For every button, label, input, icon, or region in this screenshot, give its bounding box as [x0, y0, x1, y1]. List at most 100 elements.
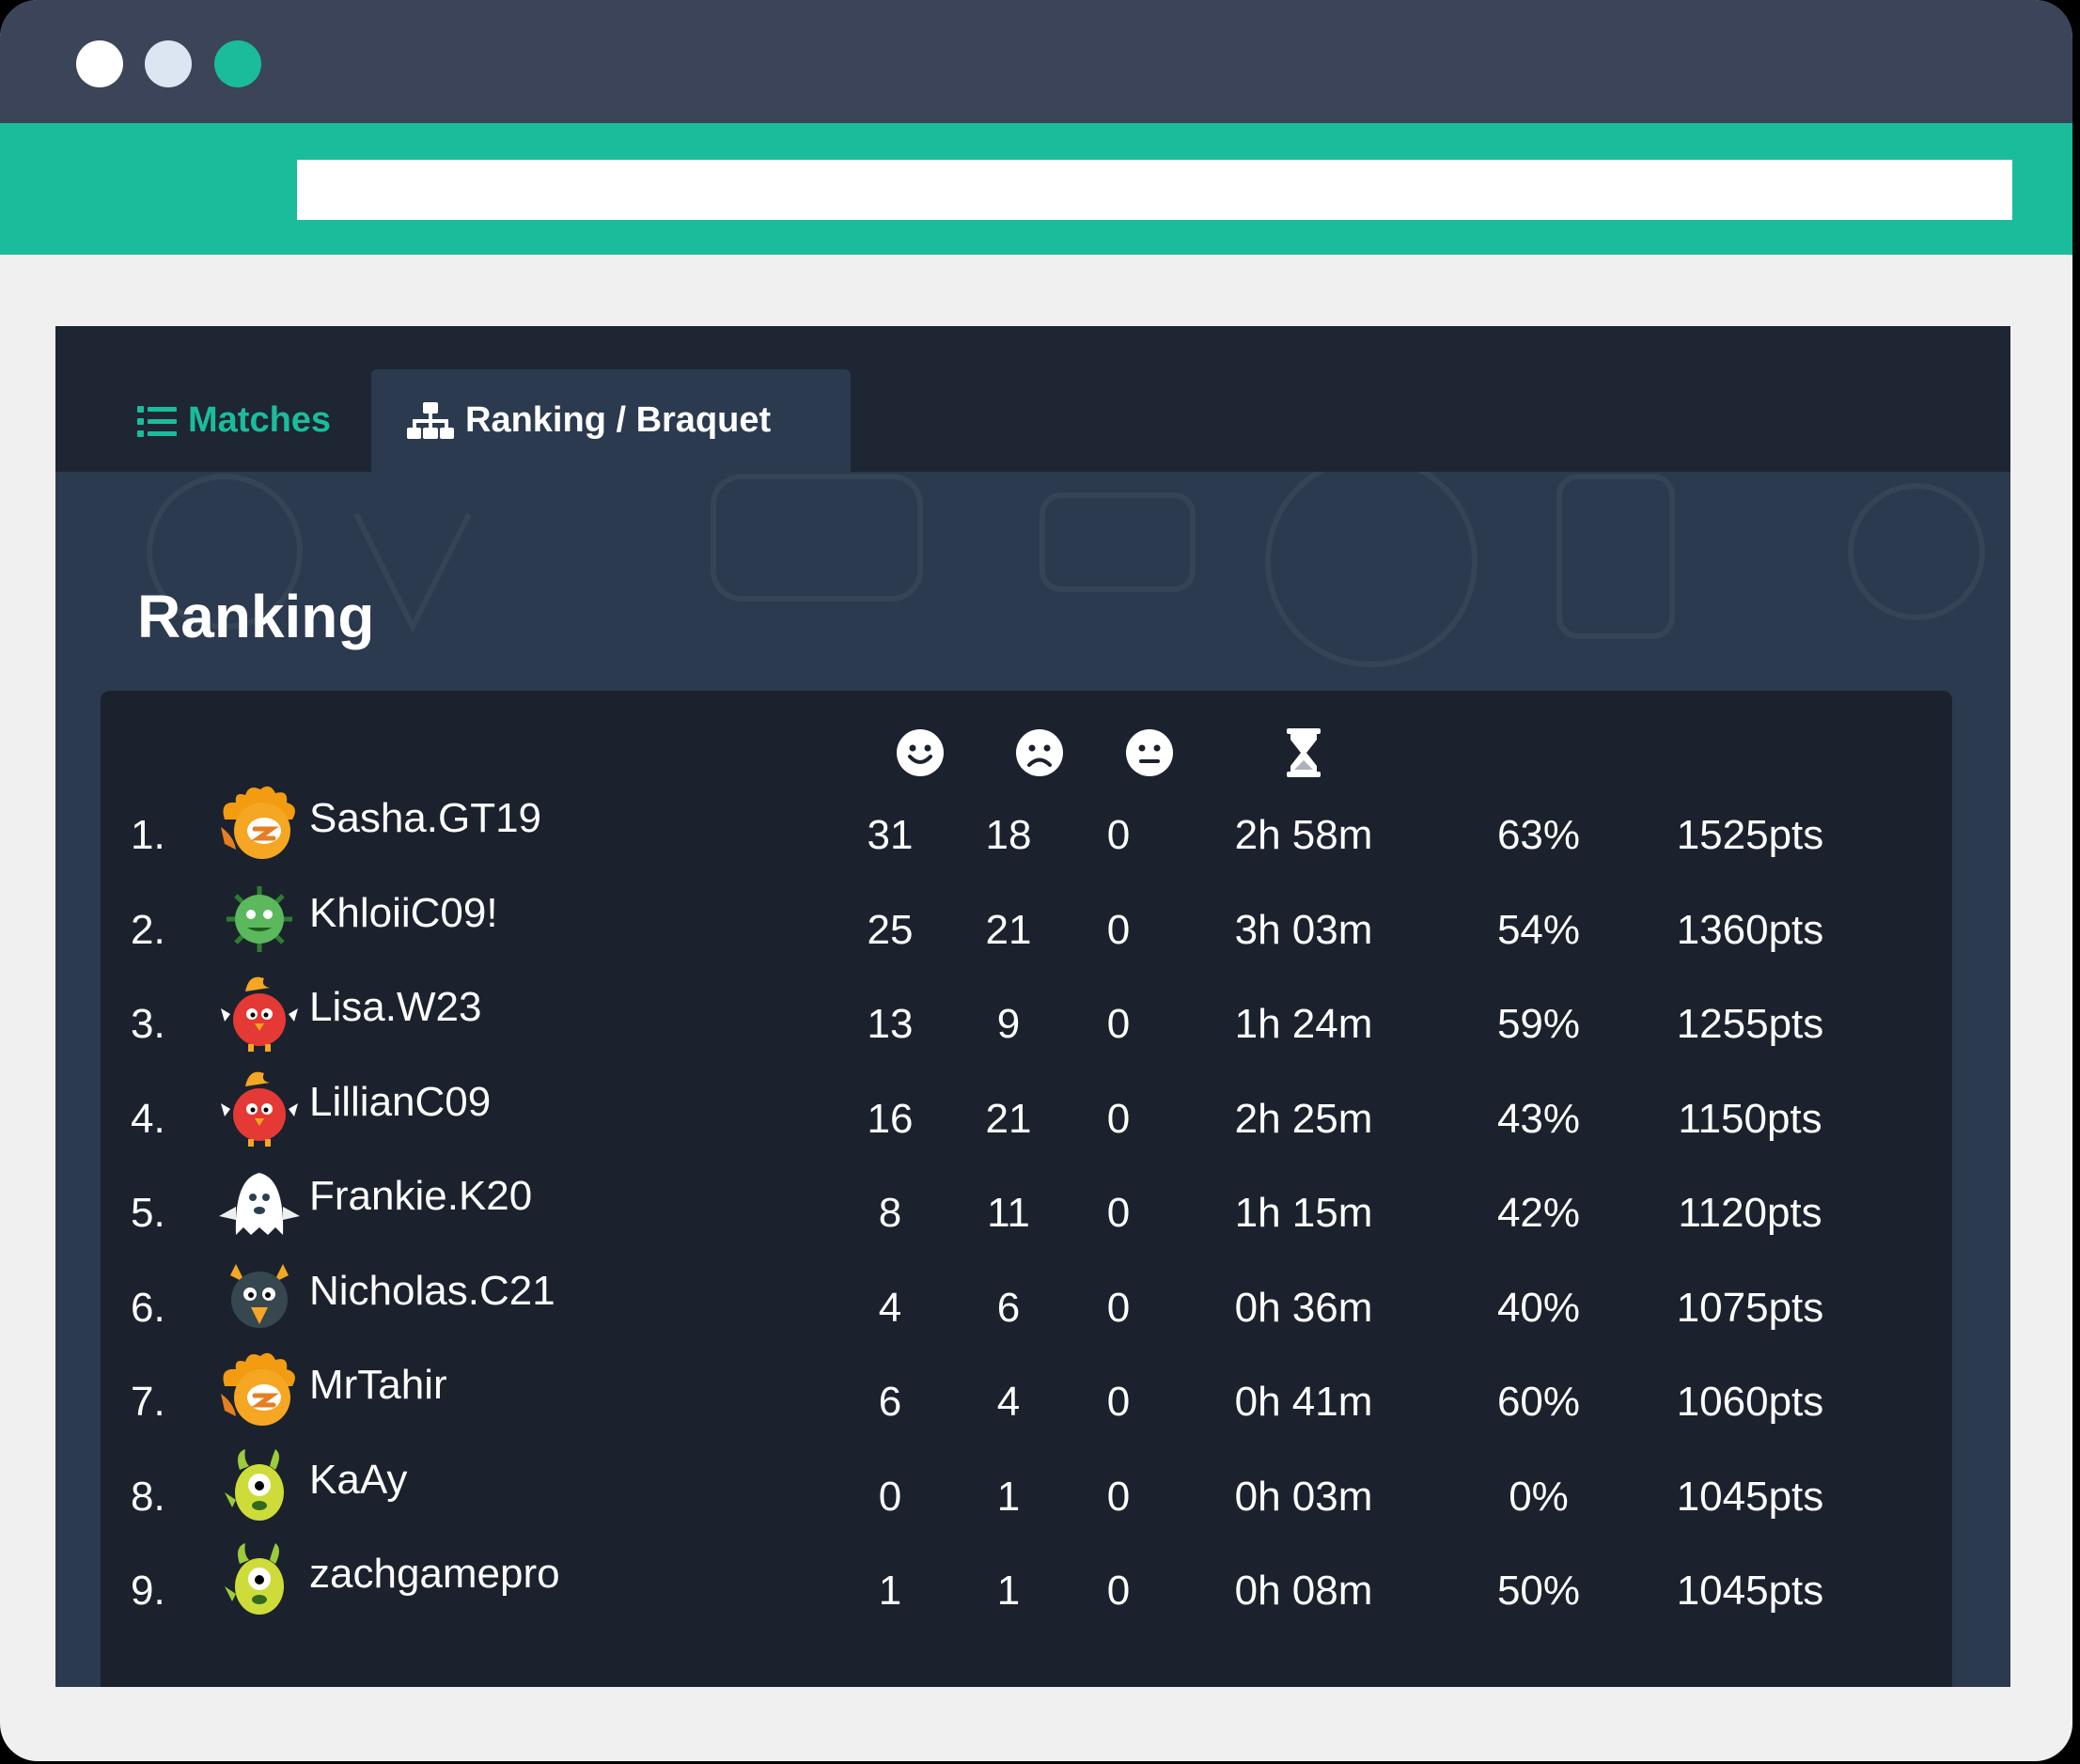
draws-count: 0: [1106, 1190, 1131, 1236]
draws-count: 0: [1106, 1284, 1131, 1331]
play-time: 0h 03m: [1234, 1473, 1373, 1520]
orange-monster-avatar: [217, 1349, 302, 1433]
tab-bar: Matches Ranking / Braquet: [55, 326, 2010, 472]
points: 1150pts: [1678, 1095, 1822, 1142]
play-time: 1h 24m: [1234, 1001, 1373, 1047]
losses-count: 21: [985, 906, 1032, 953]
win-percentage: 42%: [1496, 1190, 1581, 1236]
draws-count: 0: [1106, 1379, 1131, 1425]
rank-label: 3.: [131, 1001, 165, 1047]
tab-ranking[interactable]: Ranking / Braquet: [371, 369, 851, 472]
tab-ranking-label: Ranking / Braquet: [465, 400, 772, 440]
wins-count: 16: [867, 1095, 914, 1142]
player-name: KhloiiC09!: [309, 889, 498, 936]
points: 1525pts: [1676, 812, 1824, 858]
draws-count: 0: [1106, 906, 1131, 953]
rank-label: 8.: [131, 1473, 165, 1520]
losses-count: 1: [996, 1473, 1021, 1520]
red-bird-avatar: [217, 1066, 302, 1150]
table-row[interactable]: 2. KhloiiC09! 25 21 0 3h 03m 54% 1360pts: [101, 872, 1952, 966]
win-percentage: 40%: [1496, 1284, 1581, 1331]
page-title: Ranking: [137, 583, 375, 650]
table-row[interactable]: 3. Lisa.W23 13 9 0 1h 24m 59% 1255pts: [101, 966, 1952, 1060]
red-bird-avatar: [217, 971, 302, 1055]
player-name: Lisa.W23: [309, 984, 482, 1030]
ranking-table: 1. Sasha.GT19 31 18 0 2h 58m 63% 1525pts 2. Khloi…: [101, 691, 1952, 1687]
smile-icon: [897, 729, 944, 776]
ghost-avatar: [217, 1160, 302, 1244]
win-percentage: 60%: [1496, 1379, 1581, 1425]
points: 1075pts: [1676, 1284, 1824, 1331]
table-row[interactable]: 4. LillianC09 16 21 0 2h 25m 43% 1150pts: [101, 1061, 1952, 1155]
player-name: Frankie.K20: [309, 1173, 533, 1219]
maximize-window-button[interactable]: [214, 40, 261, 87]
play-time: 0h 08m: [1234, 1568, 1373, 1614]
tab-matches[interactable]: Matches: [100, 369, 363, 472]
player-name: Sasha.GT19: [309, 795, 542, 841]
minimize-window-button[interactable]: [145, 40, 192, 87]
losses-count: 9: [996, 1001, 1021, 1047]
table-row[interactable]: 9. zachgamepro 1 1 0 0h 08m 50% 1045pts: [101, 1533, 1952, 1627]
wins-count: 25: [867, 906, 914, 953]
losses-count: 6: [996, 1284, 1021, 1331]
browser-window: Matches Ranking / Braquet Ranking 1. Sas…: [0, 0, 2072, 1761]
rank-label: 5.: [131, 1190, 165, 1236]
points: 1045pts: [1676, 1473, 1824, 1520]
address-bar-band: [0, 123, 2072, 255]
tab-matches-label: Matches: [188, 400, 332, 440]
wins-count: 8: [878, 1190, 902, 1236]
wins-count: 0: [878, 1473, 902, 1520]
player-name: Nicholas.C21: [309, 1267, 555, 1314]
wins-count: 31: [867, 812, 914, 858]
yellow-cyclops-avatar: [217, 1538, 302, 1622]
app-content: Matches Ranking / Braquet Ranking 1. Sas…: [55, 326, 2010, 1687]
play-time: 0h 41m: [1234, 1379, 1373, 1425]
points: 1045pts: [1676, 1568, 1824, 1614]
draws-count: 0: [1106, 1473, 1131, 1520]
rank-label: 2.: [131, 906, 165, 953]
player-name: KaAy: [309, 1456, 408, 1503]
neutral-face-icon: [1126, 729, 1173, 776]
play-time: 1h 15m: [1234, 1190, 1373, 1236]
losses-count: 21: [985, 1095, 1032, 1142]
sitemap-icon: [407, 401, 454, 439]
list-icon: [137, 405, 177, 437]
player-name: LillianC09: [309, 1078, 492, 1125]
points: 1060pts: [1676, 1379, 1824, 1425]
table-row[interactable]: 1. Sasha.GT19 31 18 0 2h 58m 63% 1525pts: [101, 777, 1952, 871]
table-row[interactable]: 8. KaAy 0 1 0 0h 03m 0% 1045pts: [101, 1439, 1952, 1533]
wins-count: 4: [878, 1284, 902, 1331]
rank-label: 9.: [131, 1568, 165, 1614]
points: 1360pts: [1676, 906, 1824, 953]
draws-count: 0: [1106, 1568, 1131, 1614]
address-bar[interactable]: [297, 160, 2012, 220]
win-percentage: 50%: [1496, 1568, 1581, 1614]
losses-count: 4: [996, 1379, 1021, 1425]
close-window-button[interactable]: [76, 40, 123, 87]
losses-count: 1: [996, 1568, 1021, 1614]
table-row[interactable]: 5. Frankie.K20 8 11 0 1h 15m 42% 1120pts: [101, 1155, 1952, 1249]
win-percentage: 59%: [1496, 1001, 1581, 1047]
win-percentage: 0%: [1509, 1473, 1569, 1520]
player-name: MrTahir: [309, 1362, 447, 1408]
wins-count: 6: [878, 1379, 902, 1425]
frown-icon: [1016, 729, 1063, 776]
play-time: 0h 36m: [1234, 1284, 1373, 1331]
losses-count: 11: [987, 1190, 1030, 1236]
rank-label: 4.: [131, 1095, 165, 1142]
losses-count: 18: [985, 812, 1032, 858]
rank-label: 7.: [131, 1379, 165, 1425]
win-percentage: 43%: [1496, 1095, 1581, 1142]
table-row[interactable]: 6. Nicholas.C21 4 6 0 0h 36m 40% 1075pts: [101, 1250, 1952, 1344]
green-virus-avatar: [217, 877, 302, 961]
draws-count: 0: [1106, 1001, 1131, 1047]
yellow-cyclops-avatar: [217, 1444, 302, 1528]
hourglass-icon: [1287, 728, 1321, 777]
rank-label: 1.: [131, 812, 165, 858]
draws-count: 0: [1106, 1095, 1131, 1142]
play-time: 3h 03m: [1234, 906, 1373, 953]
draws-count: 0: [1106, 812, 1131, 858]
orange-monster-avatar: [217, 782, 302, 866]
wins-count: 1: [878, 1568, 902, 1614]
table-row[interactable]: 7. MrTahir 6 4 0 0h 41m 60% 1060pts: [101, 1344, 1952, 1438]
